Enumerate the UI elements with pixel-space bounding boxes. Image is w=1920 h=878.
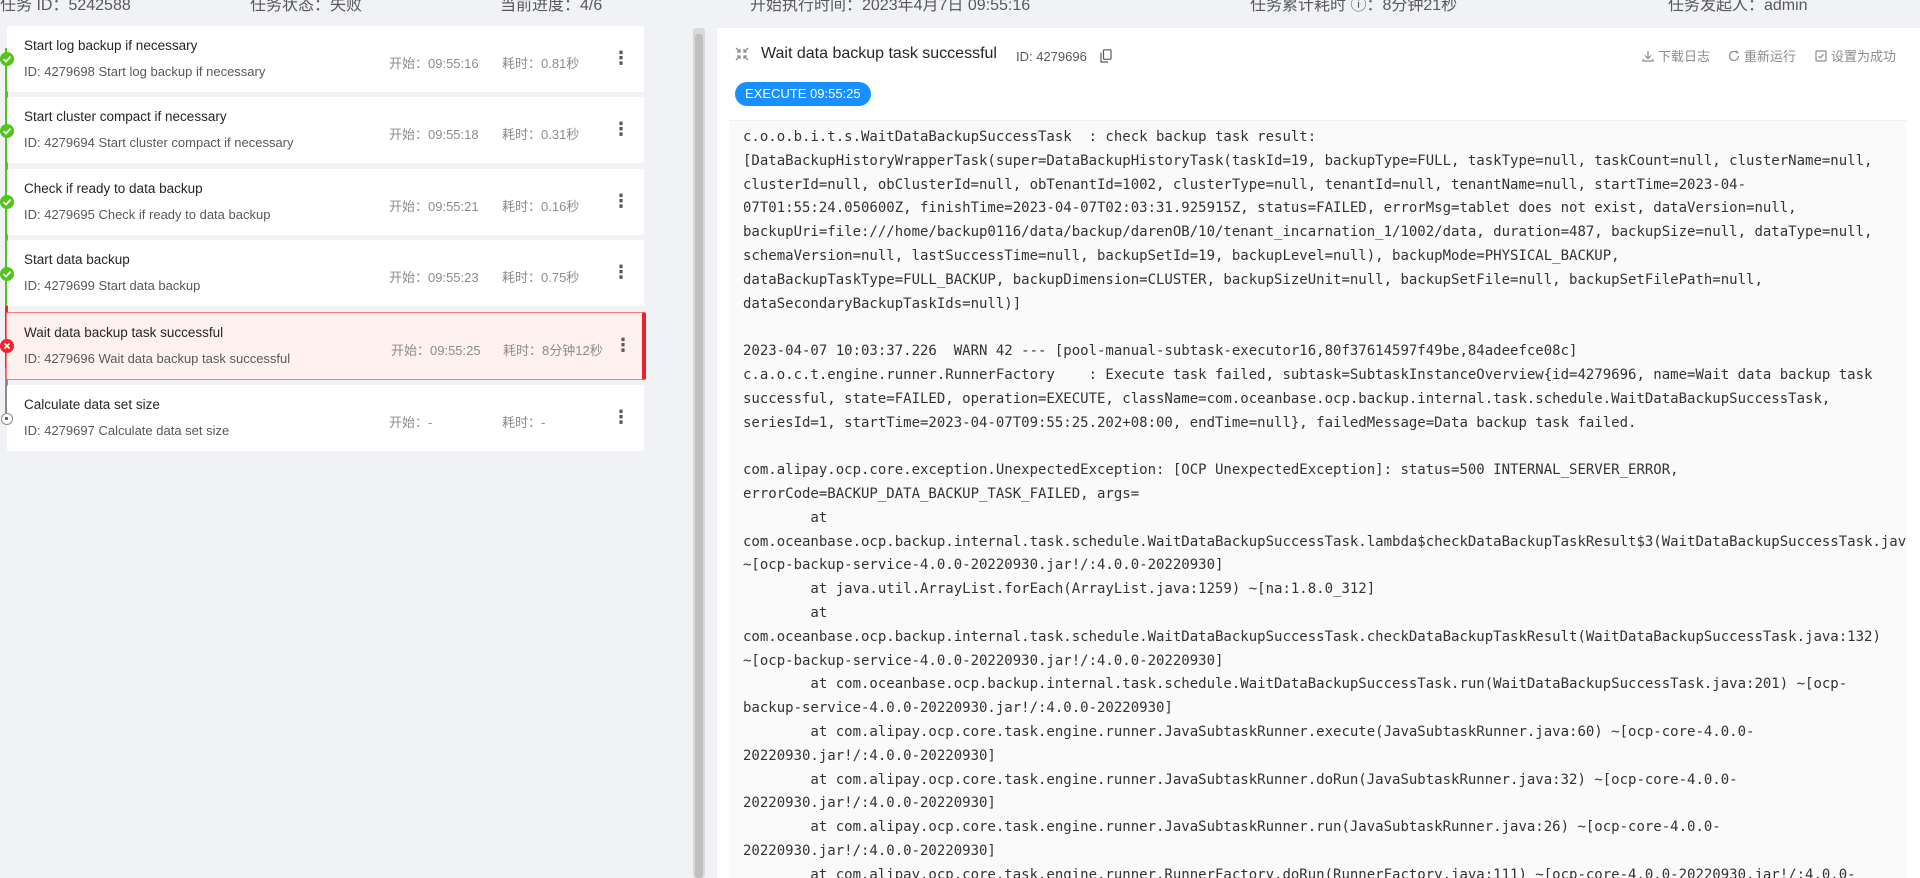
success-check-icon xyxy=(0,195,14,209)
subtask-start-time: 开始：09:55:25 xyxy=(391,343,481,358)
subtask-item[interactable]: Start log backup if necessary ID: 427969… xyxy=(7,26,644,92)
more-vertical-icon[interactable]: ⋮ xyxy=(614,333,632,357)
task-start-time-info: 开始执行时间：2023年4月7日 09:55:16 xyxy=(750,0,1031,14)
subtask-title: Wait data backup task successful xyxy=(24,325,224,340)
panel-splitter[interactable] xyxy=(693,28,705,878)
subtask-title: Start data backup xyxy=(24,252,130,267)
rerun-button[interactable]: 重新运行 xyxy=(1728,46,1796,65)
subtask-id: ID: 4279695 Check if ready to data backu… xyxy=(24,207,271,222)
log-title: Wait data backup task successful xyxy=(761,45,997,62)
subtask-start-time: 开始：09:55:18 xyxy=(389,127,479,142)
log-header: Wait data backup task successful ID: 427… xyxy=(717,28,1920,110)
more-vertical-icon[interactable]: ⋮ xyxy=(612,117,630,141)
subtask-duration: 耗时：- xyxy=(502,415,546,430)
subtask-id: ID: 4279694 Start cluster compact if nec… xyxy=(24,135,294,150)
set-success-label: 设置为成功 xyxy=(1831,49,1897,64)
log-content[interactable]: c.o.o.b.i.t.s.WaitDataBackupSuccessTask … xyxy=(729,120,1907,878)
task-status-info: 任务状态：失败 xyxy=(250,0,363,14)
more-vertical-icon[interactable]: ⋮ xyxy=(612,405,630,429)
subtask-id: ID: 4279697 Calculate data set size xyxy=(24,423,230,438)
subtask-duration: 耗时：0.75秒 xyxy=(502,270,580,285)
subtask-title: Start cluster compact if necessary xyxy=(24,109,227,124)
failed-cross-icon xyxy=(0,339,14,353)
subtask-item-selected[interactable]: Wait data backup task successful ID: 427… xyxy=(6,312,646,380)
more-vertical-icon[interactable]: ⋮ xyxy=(612,189,630,213)
check-square-icon xyxy=(1815,49,1827,62)
subtask-item[interactable]: Start cluster compact if necessary ID: 4… xyxy=(7,97,644,163)
more-vertical-icon[interactable]: ⋮ xyxy=(612,260,630,284)
download-log-label: 下载日志 xyxy=(1658,49,1711,64)
subtask-item[interactable]: Calculate data set size ID: 4279697 Calc… xyxy=(7,385,644,451)
more-vertical-icon[interactable]: ⋮ xyxy=(612,46,630,70)
subtask-title: Calculate data set size xyxy=(24,397,160,412)
subtask-item[interactable]: Start data backup ID: 4279699 Start data… xyxy=(7,240,644,306)
subtask-start-time: 开始：- xyxy=(389,415,433,430)
task-info-bar: 任务 ID：5242588 任务状态：失败 当前进度：4/6 开始执行时间：20… xyxy=(0,0,1920,20)
subtask-title: Start log backup if necessary xyxy=(24,38,198,53)
reload-icon xyxy=(1728,50,1740,61)
success-check-icon xyxy=(0,52,14,66)
subtask-duration: 耗时：0.81秒 xyxy=(502,56,580,71)
subtask-start-time: 开始：09:55:16 xyxy=(389,56,479,71)
subtask-id: ID: 4279696 Wait data backup task succes… xyxy=(24,351,291,366)
success-check-icon xyxy=(0,124,14,138)
subtask-title: Check if ready to data backup xyxy=(24,181,203,196)
log-task-id: ID: 4279696 xyxy=(1016,49,1087,64)
log-panel: Wait data backup task successful ID: 427… xyxy=(717,28,1920,878)
subtask-duration: 耗时：0.31秒 xyxy=(502,127,580,142)
collapse-arrows-icon[interactable] xyxy=(735,47,749,61)
task-initiator-info: 任务发起人：admin xyxy=(1668,0,1808,14)
download-log-button[interactable]: 下载日志 xyxy=(1642,46,1710,65)
subtask-id: ID: 4279699 Start data backup xyxy=(24,278,201,293)
download-icon xyxy=(1642,50,1654,62)
pending-circle-icon xyxy=(1,413,13,425)
copy-icon[interactable] xyxy=(1100,49,1112,63)
subtask-id: ID: 4279698 Start log backup if necessar… xyxy=(24,64,266,79)
log-text: c.o.o.b.i.t.s.WaitDataBackupSuccessTask … xyxy=(743,129,1907,878)
subtask-duration: 耗时：0.16秒 xyxy=(502,199,580,214)
execute-time-badge[interactable]: EXECUTE 09:55:25 xyxy=(735,82,871,106)
subtask-start-time: 开始：09:55:21 xyxy=(389,199,479,214)
subtask-start-time: 开始：09:55:23 xyxy=(389,270,479,285)
subtask-duration: 耗时：8分钟12秒 xyxy=(503,343,603,358)
subtask-item[interactable]: Check if ready to data backup ID: 427969… xyxy=(7,169,644,235)
set-success-button[interactable]: 设置为成功 xyxy=(1815,46,1896,65)
task-total-duration-info: 任务累计耗时 ⓘ：8分钟21秒 xyxy=(1250,0,1458,14)
rerun-label: 重新运行 xyxy=(1744,49,1797,64)
task-progress-info: 当前进度：4/6 xyxy=(500,0,603,14)
scrollbar-thumb[interactable] xyxy=(695,34,703,878)
task-id-info: 任务 ID：5242588 xyxy=(0,0,131,14)
success-check-icon xyxy=(0,267,14,281)
